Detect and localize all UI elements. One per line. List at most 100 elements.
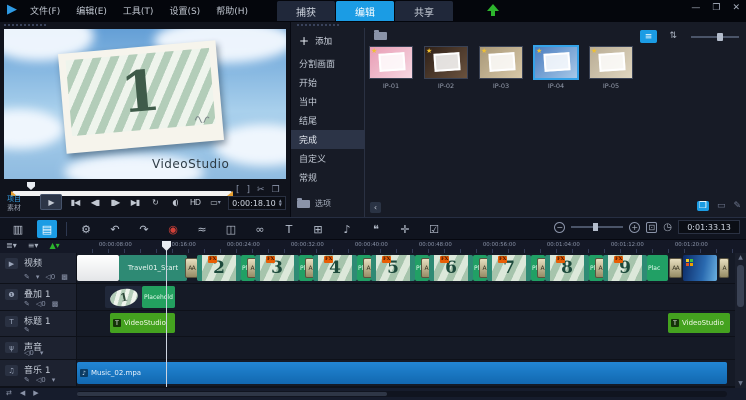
end-button[interactable]: ▶▮ — [128, 194, 142, 210]
library-item-IP-03[interactable]: ★IP-03 — [479, 46, 523, 90]
category-item-2[interactable]: 当中 — [291, 92, 365, 111]
add-folder-icon[interactable] — [374, 32, 387, 40]
clip-number-9[interactable]: 9FX — [603, 255, 647, 281]
aspect-ratio-button[interactable]: ▭▾ — [208, 194, 222, 210]
track-layout-icon[interactable]: ≡▾ — [28, 241, 39, 250]
repeat-button[interactable]: ↻ — [148, 194, 162, 210]
playhead-line[interactable] — [166, 241, 167, 387]
clip-number-6[interactable]: 6FX — [429, 255, 473, 281]
redo-button[interactable]: ↷ — [134, 220, 154, 238]
3d-title-button[interactable]: ∞ — [250, 220, 270, 238]
next-frame-button[interactable]: ▮▶ — [108, 194, 122, 210]
menu-item-0[interactable]: 文件(F) — [30, 4, 60, 17]
vertical-scrollbar[interactable]: ▲ ▼ — [735, 253, 746, 388]
slider-knob[interactable] — [717, 33, 723, 41]
track-volume-control[interactable]: ◁0 — [45, 273, 55, 281]
sound-mixer-button[interactable]: ≈ — [192, 220, 212, 238]
project-duration-timecode[interactable]: 0:01:33.13 — [678, 220, 740, 234]
category-item-1[interactable]: 开始 — [291, 73, 365, 92]
ripple-edit-icon[interactable]: ▲▾ — [49, 241, 59, 250]
edit-icon[interactable]: ✎ — [24, 326, 30, 334]
menu-item-3[interactable]: 设置(S) — [169, 4, 200, 17]
dropdown-arrow-icon[interactable]: ▾ — [218, 199, 220, 206]
menu-item-4[interactable]: 帮助(H) — [216, 4, 248, 17]
mode-clip-label[interactable]: 素材 — [7, 204, 21, 213]
scroll-up-icon[interactable]: ▲ — [735, 254, 746, 261]
thumbnail-view-button[interactable]: ≡ — [640, 30, 657, 43]
mark-button[interactable]: ☑ — [424, 220, 444, 238]
mosaic-icon[interactable]: ▩ — [61, 273, 68, 281]
clip-music[interactable]: ♪Music_02.mpa — [77, 362, 727, 384]
home-button[interactable]: ▮◀ — [68, 194, 82, 210]
track-lane-0[interactable]: Travel01_StartAA2FXPlaA3FXPlaA4FXPlaA5FX… — [77, 253, 735, 283]
preview-timecode[interactable]: 0:00:18.10 ▲▼ — [228, 196, 286, 210]
library-item-IP-05[interactable]: ★IP-05 — [589, 46, 633, 90]
clip-title-1[interactable]: TVideoStudio — [668, 313, 730, 333]
gallery-view-icon[interactable]: ▭ — [717, 201, 726, 211]
track-volume-control[interactable]: ◁0 — [36, 300, 46, 308]
zoom-out-icon[interactable]: − — [554, 222, 565, 233]
fit-project-icon[interactable]: ⊡ — [646, 222, 657, 233]
scroll-left-icon[interactable]: ◀ — [20, 389, 25, 397]
clip-placeholder-wide[interactable]: Plac — [647, 255, 668, 281]
speech-to-text-button[interactable]: ❝ — [366, 220, 386, 238]
auto-music-button[interactable]: ♪ — [337, 220, 357, 238]
options-button[interactable]: 选项 — [297, 198, 331, 209]
collapse-panel-button[interactable]: ‹ — [370, 202, 381, 213]
library-view-icon[interactable]: ❐ — [697, 201, 709, 211]
tab-1[interactable]: 编辑 — [336, 1, 394, 21]
clip-intro-blank[interactable] — [77, 255, 119, 281]
scroll-right-icon[interactable]: ▶ — [33, 389, 38, 397]
timeline-zoom-slider[interactable] — [571, 226, 623, 228]
library-item-IP-01[interactable]: ★IP-01 — [369, 46, 413, 90]
split-screen-template-button[interactable]: ⊞ — [308, 220, 328, 238]
category-item-0[interactable]: 分割画面 — [291, 54, 365, 73]
hd-preview-button[interactable]: HD — [188, 194, 202, 210]
chevron-icon[interactable]: ▾ — [52, 376, 56, 384]
swap-tracks-icon[interactable]: ⇄ — [6, 389, 12, 397]
track-volume-control[interactable]: ◁0 — [36, 376, 46, 384]
painting-creator-button[interactable]: ◫ — [221, 220, 241, 238]
panel-drag-handle[interactable] — [297, 24, 339, 26]
clip-number-2[interactable]: 2FX — [197, 255, 241, 281]
clip-overlay-placeholder[interactable]: Placehold — [142, 286, 175, 308]
chevron-icon[interactable]: ▾ — [40, 349, 44, 357]
motion-tracking-button[interactable]: ✛ — [395, 220, 415, 238]
track-lane-4[interactable]: ♪Music_02.mpa — [77, 360, 735, 386]
close-button[interactable]: ✕ — [732, 3, 740, 13]
timecode-spinner[interactable]: ▲▼ — [279, 199, 282, 207]
category-item-6[interactable]: 常规 — [291, 168, 365, 187]
thumbnail-zoom-slider[interactable] — [691, 36, 739, 38]
record-capture-button[interactable]: ◉ — [163, 220, 183, 238]
tab-0[interactable]: 捕获 — [277, 1, 335, 21]
restore-button[interactable]: ❐ — [712, 3, 720, 13]
track-volume-control[interactable]: ◁0 — [24, 349, 34, 357]
timeline-ruler[interactable]: 00:00:08:0000:00:16:0000:00:24:0000:00:3… — [77, 240, 735, 253]
slider-knob[interactable] — [593, 223, 598, 231]
mode-project-label[interactable]: 项目 — [7, 195, 21, 204]
scroll-down-icon[interactable]: ▼ — [735, 380, 746, 387]
menu-item-2[interactable]: 工具(T) — [123, 4, 154, 17]
storyboard-view-button[interactable]: ▥ — [8, 220, 28, 238]
track-lane-3[interactable] — [77, 337, 735, 359]
enlarge-button[interactable]: ❐ — [272, 185, 280, 195]
horizontal-scrollbar[interactable] — [77, 391, 727, 397]
track-lane-2[interactable]: TVideoStudioTVideoStudio — [77, 311, 735, 336]
clip-number-4[interactable]: 4FX — [313, 255, 357, 281]
add-template-button[interactable]: + 添加 — [299, 34, 332, 48]
menu-item-1[interactable]: 编辑(E) — [76, 4, 107, 17]
clip-number-5[interactable]: 5FX — [371, 255, 415, 281]
clip-ending[interactable] — [683, 255, 717, 281]
panel-drag-handle[interactable] — [4, 24, 46, 26]
mosaic-icon[interactable]: ▩ — [52, 300, 59, 308]
timeline-view-button[interactable]: ▤ — [37, 220, 57, 238]
previous-frame-button[interactable]: ◀▮ — [88, 194, 102, 210]
clip-number-3[interactable]: 3FX — [255, 255, 299, 281]
edit-view-icon[interactable]: ✎ — [733, 201, 741, 211]
tools-button[interactable]: ⚙ — [76, 220, 96, 238]
track-list-icon[interactable]: ≣▾ — [6, 241, 17, 250]
tab-2[interactable]: 共享 — [395, 1, 453, 21]
transition-icon[interactable]: A — [719, 258, 729, 278]
scrollbar-thumb[interactable] — [77, 392, 387, 396]
clip-overlay-slide[interactable]: 1 — [105, 286, 142, 308]
